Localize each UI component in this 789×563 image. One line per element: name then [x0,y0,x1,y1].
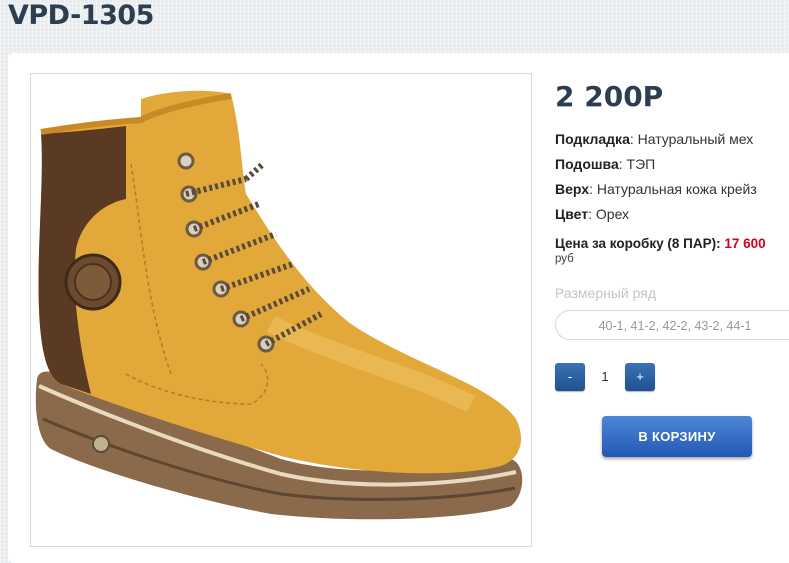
heel-rivet [92,435,110,453]
spec-color: Цвет: Орех [555,206,757,231]
spec-label: Цвет [555,206,589,222]
add-to-cart-button[interactable]: В КОРЗИНУ [602,416,752,457]
spec-label: Подкладка [555,131,630,147]
boot-image [35,90,523,520]
quantity-plus-button[interactable]: + [625,363,655,391]
box-price-currency: руб [555,253,574,265]
spec-upper: Верх: Натуральная кожа крейз [555,181,757,206]
spec-label: Подошва [555,156,619,172]
quantity-value[interactable]: 1 [590,363,620,391]
box-price: Цена за коробку (8 ПАР): 17 600 [555,236,766,251]
quantity-minus-button[interactable]: - [555,363,585,391]
spec-value: : Натуральная кожа крейз [589,181,757,197]
product-title: VPD-1305 [8,0,154,31]
spec-sole: Подошва: ТЭП [555,156,757,181]
spec-value: : Орех [588,206,630,222]
spec-value: : ТЭП [618,156,656,172]
product-specs: Подкладка: Натуральный мех Подошва: ТЭП … [555,131,757,231]
spec-lining: Подкладка: Натуральный мех [555,131,757,156]
size-range-label: Размерный ряд [555,285,657,301]
product-photo[interactable] [30,73,532,547]
spec-label: Верх [555,181,590,197]
box-price-label: Цена за коробку (8 ПАР): [555,236,721,251]
spec-value: : Натуральный мех [629,131,754,147]
box-price-value: 17 600 [724,236,766,251]
product-price: 2 200Р [555,80,664,113]
size-range-field[interactable]: 40-1, 41-2, 42-2, 43-2, 44-1 [555,310,789,340]
